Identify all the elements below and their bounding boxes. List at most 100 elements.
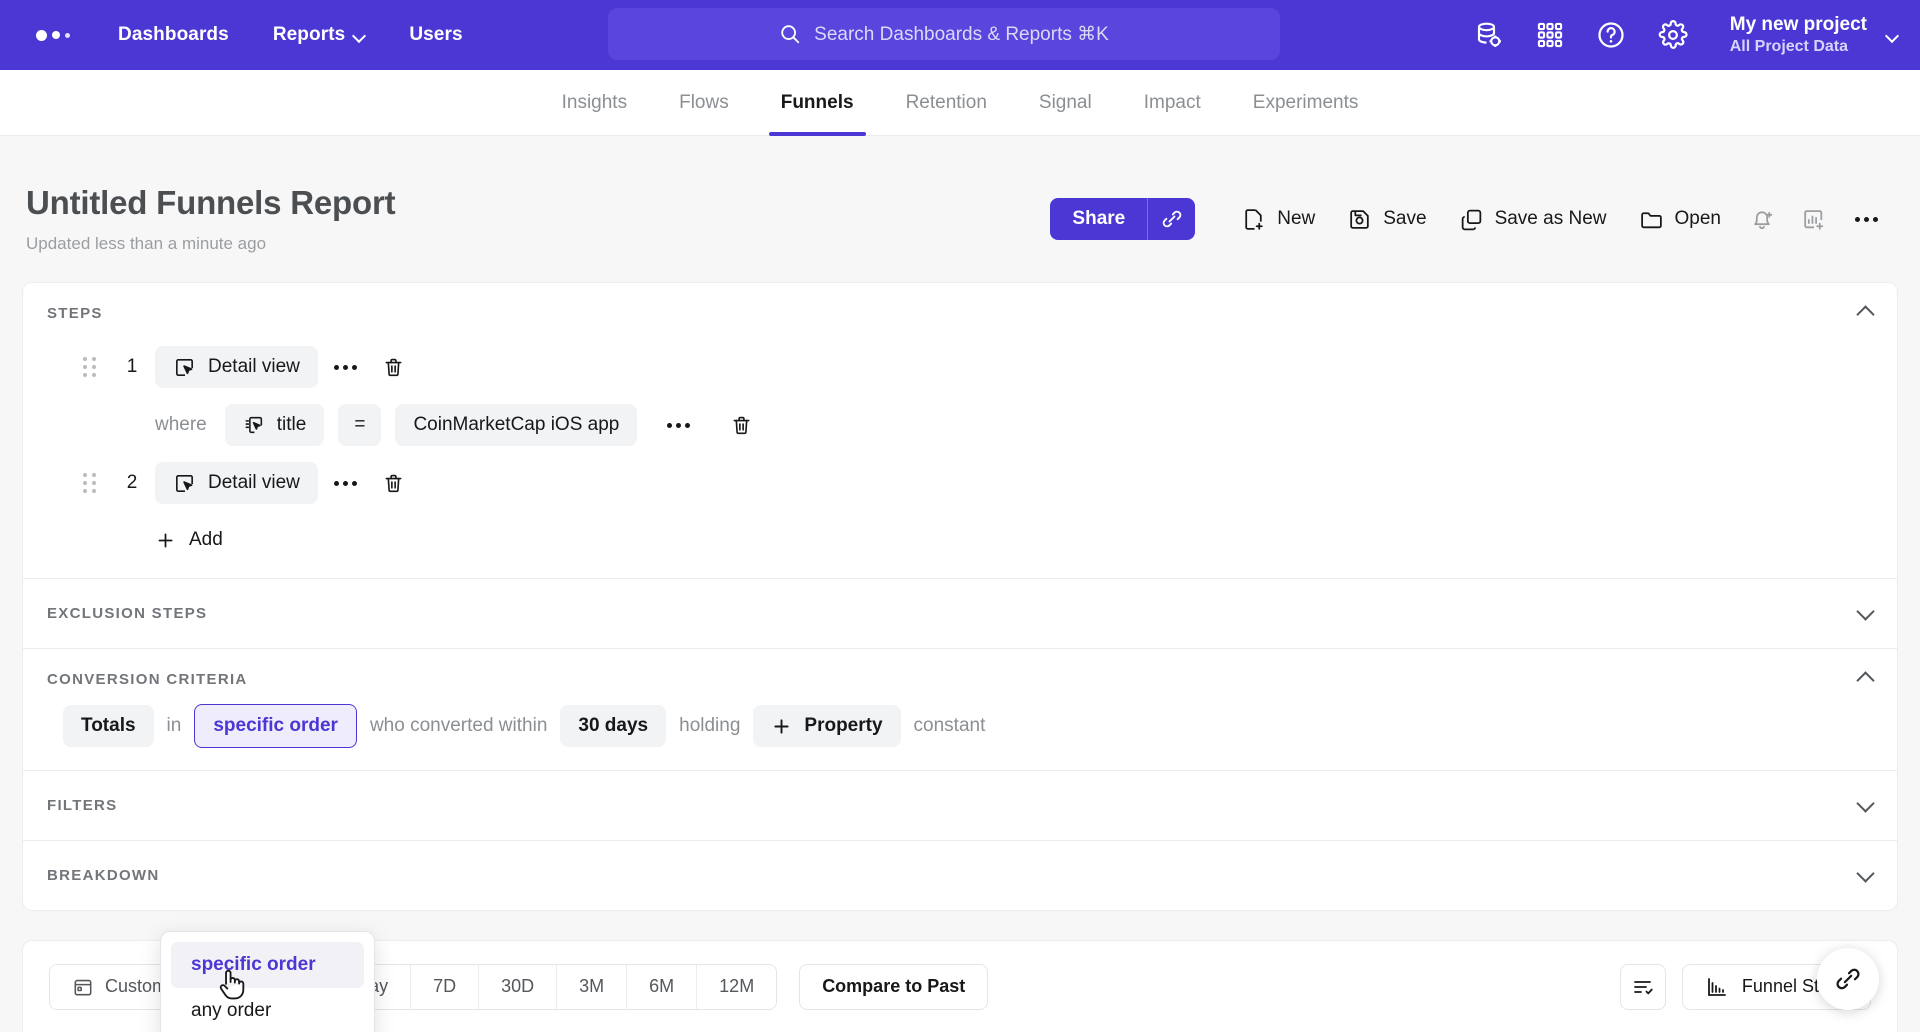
tab-flows[interactable]: Flows — [653, 70, 755, 136]
conversion-window-label: 30 days — [578, 715, 649, 736]
breakdown-section-header[interactable]: BREAKDOWN — [23, 841, 1897, 910]
date-range-6m[interactable]: 6M — [627, 964, 698, 1009]
step-number: 1 — [126, 356, 138, 377]
step-row: 1 Detail view — [47, 338, 1873, 396]
copy-link-button[interactable] — [1147, 198, 1196, 240]
add-to-dashboard-button[interactable] — [1788, 198, 1839, 240]
date-range-3m[interactable]: 3M — [557, 964, 628, 1009]
step-event-chip[interactable]: Detail view — [155, 462, 318, 504]
step-options-button[interactable] — [318, 462, 373, 504]
search-input[interactable]: Search Dashboards & Reports ⌘K — [608, 8, 1280, 60]
measure-label: Totals — [81, 715, 136, 736]
new-button[interactable]: New — [1225, 198, 1331, 240]
drag-handle-icon[interactable] — [83, 357, 109, 377]
nav-link-reports[interactable]: Reports — [273, 24, 366, 46]
filter-operator-label: = — [354, 414, 366, 435]
chevron-down-icon[interactable] — [1858, 868, 1873, 883]
in-word: in — [166, 715, 182, 736]
save-as-new-button[interactable]: Save as New — [1443, 198, 1623, 240]
save-as-new-button-label: Save as New — [1494, 208, 1607, 229]
nav-link-users[interactable]: Users — [409, 24, 462, 46]
date-range-custom-label: Custom — [105, 976, 168, 996]
tab-retention[interactable]: Retention — [880, 70, 1013, 136]
cursor-box-icon — [176, 358, 193, 376]
chevron-down-icon[interactable] — [1858, 606, 1873, 621]
step-options-button[interactable] — [318, 346, 373, 388]
mixpanel-logo[interactable] — [36, 29, 70, 41]
add-property-label: Property — [804, 715, 883, 736]
date-range-7d[interactable]: 7D — [411, 964, 480, 1009]
sort-options-button[interactable] — [1619, 963, 1666, 1010]
step-delete-button[interactable] — [373, 462, 415, 504]
create-alert-button[interactable] — [1737, 198, 1788, 240]
measure-chip[interactable]: Totals — [63, 705, 154, 747]
dropdown-option-specific-order[interactable]: specific order — [171, 942, 364, 988]
tab-signal-label: Signal — [1038, 91, 1092, 113]
dropdown-option-any-order[interactable]: any order — [171, 988, 364, 1032]
plus-icon — [774, 718, 789, 734]
dropdown-option-any-order-label: any order — [191, 1000, 272, 1021]
save-button-label: Save — [1383, 208, 1427, 229]
settings-gear-icon[interactable] — [1658, 20, 1688, 50]
tab-insights[interactable]: Insights — [536, 70, 653, 136]
plus-icon — [158, 533, 173, 547]
project-selector[interactable]: My new project All Project Data — [1730, 13, 1898, 57]
report-toolbar: Share New Save Save as New Open — [1050, 184, 1894, 240]
filter-value-chip[interactable]: CoinMarketCap iOS app — [395, 404, 638, 446]
step-event-chip[interactable]: Detail view — [155, 346, 318, 388]
steps-section-header[interactable]: STEPS — [23, 283, 1897, 338]
date-range-12m[interactable]: 12M — [697, 964, 777, 1009]
tab-funnels[interactable]: Funnels — [755, 70, 880, 136]
apps-grid-icon[interactable] — [1536, 21, 1564, 49]
open-button[interactable]: Open — [1623, 198, 1737, 240]
chevron-up-icon[interactable] — [1858, 672, 1873, 687]
tab-retention-label: Retention — [905, 91, 987, 113]
date-range-30d[interactable]: 30D — [479, 964, 558, 1009]
search-icon — [781, 25, 800, 44]
cursor-box-icon — [176, 474, 193, 492]
date-range-7d-label: 7D — [433, 976, 457, 996]
conversion-window-chip[interactable]: 30 days — [560, 705, 667, 747]
filter-operator-chip[interactable]: = — [338, 404, 382, 446]
report-header: Untitled Funnels Report Updated less tha… — [0, 136, 1920, 254]
conversion-criteria-section-header[interactable]: CONVERSION CRITERIA — [23, 649, 1897, 704]
chevron-down-icon[interactable] — [1858, 798, 1873, 813]
converted-within-word: who converted within — [369, 715, 548, 736]
filter-options-button[interactable] — [651, 404, 706, 446]
tab-experiments[interactable]: Experiments — [1227, 70, 1385, 136]
report-type-tabs: Insights Flows Funnels Retention Signal … — [0, 70, 1920, 136]
project-name: My new project — [1729, 14, 1867, 36]
step-delete-button[interactable] — [373, 346, 415, 388]
nav-link-reports-label: Reports — [272, 24, 346, 45]
property-cursor-icon — [245, 416, 262, 434]
compare-to-past-button[interactable]: Compare to Past — [799, 963, 989, 1010]
last-updated-text: Updated less than a minute ago — [26, 234, 267, 253]
date-range-30d-label: 30D — [501, 976, 535, 996]
add-step-button[interactable]: Add — [155, 529, 223, 551]
tab-impact-label: Impact — [1143, 91, 1201, 113]
tab-flows-label: Flows — [679, 91, 729, 113]
share-link-fab[interactable] — [1817, 948, 1879, 1010]
data-management-icon[interactable] — [1474, 20, 1504, 50]
nav-link-dashboards[interactable]: Dashboards — [118, 24, 229, 46]
date-range-segmented-control: Custom Today Yesterday 7D 30D 3M 6M 12M — [49, 963, 778, 1010]
share-button-label: Share — [1072, 208, 1126, 229]
exclusion-steps-section-header[interactable]: EXCLUSION STEPS — [23, 579, 1897, 648]
step-event-label: Detail view — [208, 356, 300, 377]
more-options-button[interactable] — [1839, 198, 1894, 240]
order-selector-chip[interactable]: specific order — [194, 704, 357, 748]
filters-section-header[interactable]: FILTERS — [23, 771, 1897, 840]
filter-delete-button[interactable] — [720, 404, 762, 446]
drag-handle-icon[interactable] — [83, 473, 109, 493]
chevron-up-icon[interactable] — [1858, 306, 1873, 321]
chevron-down-icon — [1887, 30, 1898, 41]
tab-signal[interactable]: Signal — [1013, 70, 1118, 136]
date-range-6m-label: 6M — [649, 976, 675, 996]
add-property-chip[interactable]: Property — [753, 705, 901, 747]
filter-property-chip[interactable]: title — [224, 404, 325, 446]
help-icon[interactable] — [1596, 20, 1626, 50]
save-button[interactable]: Save — [1331, 198, 1442, 240]
steps-section-label: STEPS — [47, 305, 103, 322]
share-button[interactable]: Share — [1050, 198, 1148, 240]
tab-impact[interactable]: Impact — [1118, 70, 1227, 136]
